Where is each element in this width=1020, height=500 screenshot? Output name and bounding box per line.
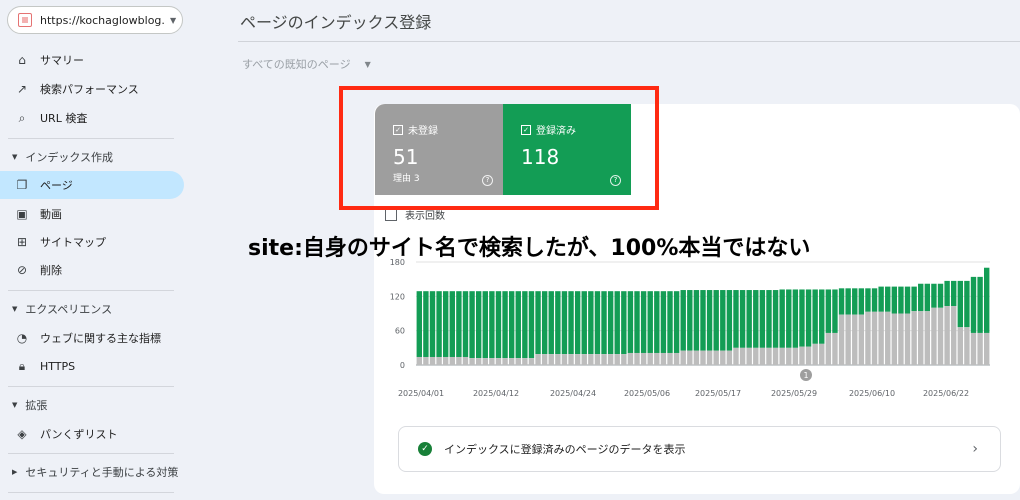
removal-icon: ⊘: [16, 263, 28, 277]
sidebar-item-sitemaps[interactable]: ⊞ サイトマップ: [0, 228, 184, 256]
property-url: https://kochaglowblog....: [40, 13, 164, 27]
pages-icon: ❐: [16, 178, 28, 192]
caret-down-icon: ▼: [12, 401, 18, 409]
caret-down-icon: ▼: [12, 305, 18, 313]
sidebar-item-https[interactable]: 🔒︎ HTTPS: [0, 352, 184, 380]
layers-icon: ◈: [17, 427, 27, 441]
sidebar-item-label: パンくずリスト: [40, 428, 118, 441]
sidebar-item-label: 検索パフォーマンス: [40, 83, 139, 96]
property-selector[interactable]: https://kochaglowblog.... ▼: [7, 6, 183, 34]
trending-icon: ↗: [16, 82, 28, 96]
link-text: インデックスに登録済みのページのデータを表示: [444, 443, 686, 456]
annotation-highlight-box: [339, 86, 659, 210]
sidebar-item-label: 動画: [40, 208, 62, 221]
section-enhancements[interactable]: ▼ 拡張: [0, 394, 47, 416]
sidebar-item-pages[interactable]: ❐ ページ: [0, 171, 184, 199]
sidebar-item-removals[interactable]: ⊘ 削除: [0, 256, 184, 284]
sidebar-item-label: URL 検査: [40, 112, 88, 125]
divider: [8, 386, 174, 387]
sidebar-item-summary[interactable]: ⌂ サマリー: [0, 46, 184, 74]
video-icon: ▣: [16, 207, 28, 221]
home-icon: ⌂: [18, 53, 26, 67]
gauge-icon: ◔: [16, 331, 28, 345]
filter-label: すべての既知のページ: [242, 58, 351, 71]
checkbox-unchecked-icon[interactable]: [385, 208, 397, 221]
site-favicon-icon: [18, 13, 32, 27]
page-title: ページのインデックス登録: [240, 13, 432, 32]
annotation-text: site:自身のサイト名で検索したが、100%本当ではない: [248, 236, 811, 261]
sidebar: https://kochaglowblog.... ▼ ⌂ サマリー ↗ 検索パ…: [0, 0, 196, 500]
sitemap-icon: ⊞: [16, 235, 28, 249]
section-label: セキュリティと手動による対策: [25, 466, 179, 479]
filter-dropdown[interactable]: すべての既知のページ ▼: [242, 56, 371, 72]
sidebar-item-label: HTTPS: [40, 359, 76, 373]
sidebar-item-core-web-vitals[interactable]: ◔ ウェブに関する主な指標: [0, 324, 184, 352]
divider: [8, 492, 174, 493]
sidebar-item-label: サイトマップ: [40, 236, 106, 249]
section-label: 拡張: [25, 399, 48, 412]
section-indexing[interactable]: ▼ インデックス作成: [0, 146, 113, 168]
sidebar-item-breadcrumbs[interactable]: ◈ パンくずリスト: [0, 420, 184, 448]
caret-down-icon: ▼: [12, 153, 18, 161]
section-security[interactable]: ▶ セキュリティと手動による対策: [0, 461, 178, 483]
search-icon: ⌕: [18, 110, 26, 125]
chevron-down-icon: ▼: [364, 59, 371, 69]
chevron-right-icon: ›: [972, 441, 978, 457]
sidebar-item-label: ウェブに関する主な指標: [40, 332, 161, 345]
divider: [8, 453, 174, 454]
section-experience[interactable]: ▼ エクスペリエンス: [0, 298, 112, 320]
sidebar-item-label: ページ: [40, 179, 73, 192]
sidebar-item-label: 削除: [40, 264, 62, 277]
sidebar-item-performance[interactable]: ↗ 検索パフォーマンス: [0, 75, 184, 103]
divider: [8, 138, 174, 139]
view-indexed-pages-link[interactable]: ✓ インデックスに登録済みのページのデータを表示 ›: [398, 426, 1001, 472]
sidebar-item-url-inspection[interactable]: ⌕ URL 検査: [0, 104, 184, 132]
lock-icon: 🔒︎: [18, 358, 26, 373]
divider: [8, 290, 174, 291]
chevron-down-icon: ▼: [170, 15, 177, 25]
check-circle-icon: ✓: [418, 442, 432, 456]
sidebar-item-label: サマリー: [40, 54, 84, 67]
header-divider: [238, 41, 1020, 42]
sidebar-item-video[interactable]: ▣ 動画: [0, 200, 184, 228]
caret-right-icon: ▶: [12, 468, 18, 476]
section-label: インデックス作成: [25, 151, 114, 164]
section-label: エクスペリエンス: [25, 303, 113, 316]
